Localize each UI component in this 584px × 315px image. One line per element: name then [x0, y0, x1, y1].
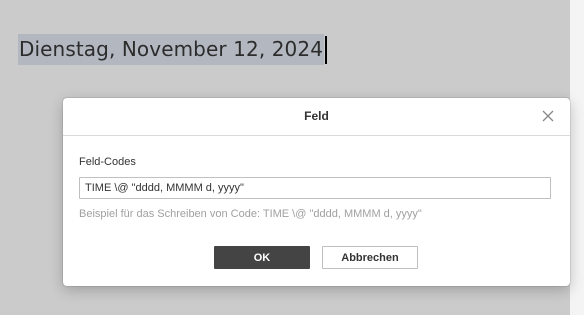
- close-icon: [542, 110, 554, 122]
- text-caret: [325, 35, 328, 64]
- dialog-title: Feld: [304, 109, 329, 123]
- document-text-line[interactable]: Dienstag, November 12, 2024: [18, 34, 328, 65]
- dialog-header: Feld: [63, 98, 570, 136]
- close-button[interactable]: [538, 106, 558, 126]
- field-codes-label: Feld-Codes: [79, 156, 136, 168]
- selected-date-field[interactable]: Dienstag, November 12, 2024: [18, 34, 325, 65]
- right-gutter: [570, 0, 584, 315]
- field-codes-hint: Beispiel für das Schreiben von Code: TIM…: [79, 208, 422, 220]
- cancel-button[interactable]: Abbrechen: [322, 246, 418, 269]
- field-codes-input[interactable]: [79, 177, 551, 199]
- field-dialog: Feld Feld-Codes Beispiel für das Schreib…: [63, 98, 570, 286]
- ok-button[interactable]: OK: [214, 246, 310, 269]
